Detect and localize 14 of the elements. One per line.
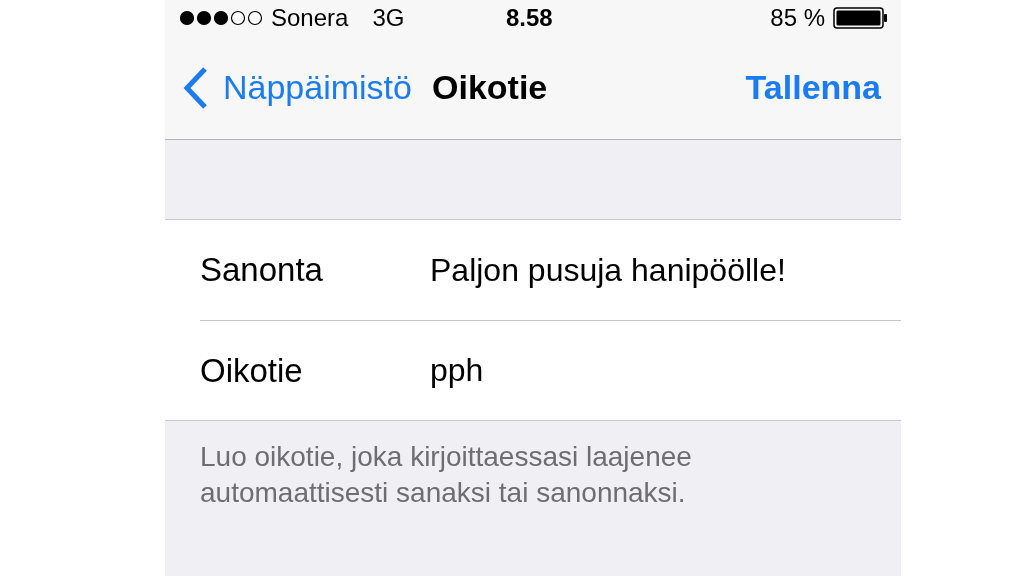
battery-percent: 85 % [770,4,825,32]
carrier-name: Sonera [271,4,349,32]
battery-icon [833,6,889,30]
network-type: 3G [372,4,405,32]
signal-icon [179,10,263,26]
input-field[interactable]: Paljon pusuja hanipöölle! [430,251,890,289]
status-time: 8.58 [506,4,553,32]
field-label: Oikotie [200,351,304,390]
save-button[interactable]: Tallenna [745,68,881,107]
nav-title: Oikotie [432,68,548,107]
back-button[interactable]: Näppäimistö [181,65,412,110]
footer-note: Luo oikotie, joka kirjoittaessasi laajenee automaattisesti sanaksi tai sanonnaksi. [200,440,693,510]
input-field[interactable]: pph [430,352,890,389]
field-label: Sanonta [200,251,324,289]
